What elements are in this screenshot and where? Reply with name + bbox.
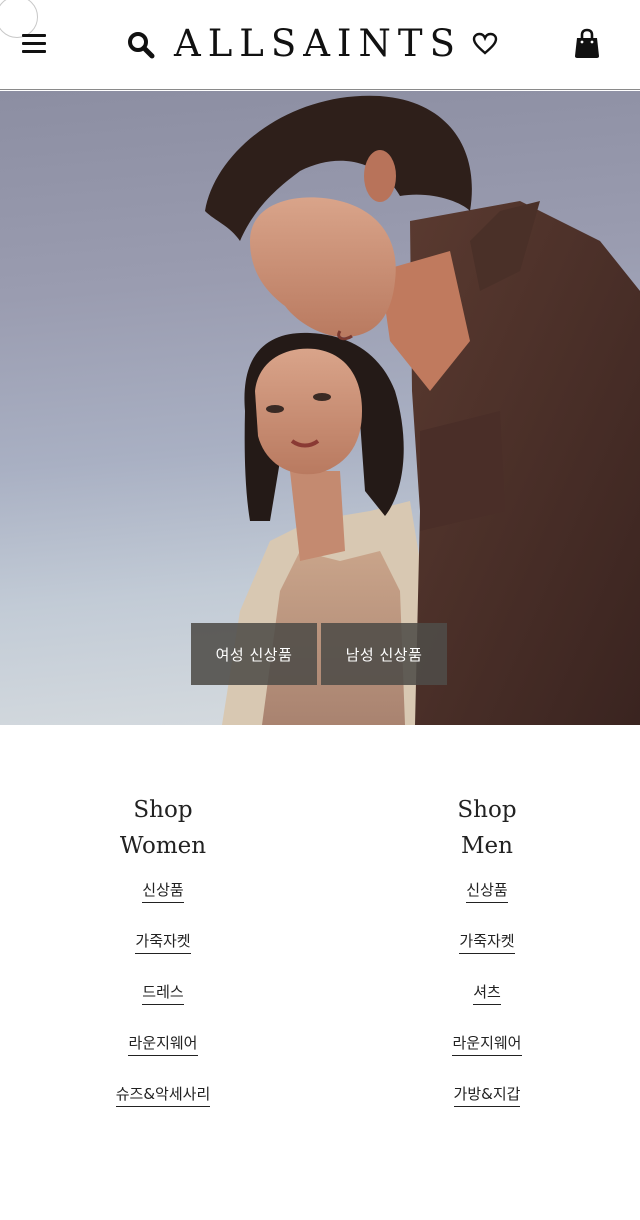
shop-women-title-line2: Women [119, 833, 207, 859]
shop-women-links: 신상품 가죽자켓 드레스 라운지웨어 슈즈&악세사리 [53, 880, 273, 1135]
men-link-shirts[interactable]: 셔츠 [473, 982, 501, 1005]
hamburger-menu-icon[interactable] [22, 32, 48, 56]
hero-cta-group: 여성 신상품 남성 신상품 [191, 623, 447, 685]
shop-men-section: Shop Men 신상품 가죽자켓 셔츠 라운지웨어 가방&지갑 [377, 792, 597, 1135]
men-link-leather-jackets[interactable]: 가죽자켓 [459, 931, 515, 954]
shop-women-section: Shop Women 신상품 가죽자켓 드레스 라운지웨어 슈즈&악세사리 [53, 792, 273, 1135]
shop-women-title: Shop Women [53, 792, 273, 864]
shopping-bag-icon[interactable] [574, 28, 600, 60]
site-header: ALLSAINTS [0, 0, 640, 90]
heart-icon [472, 32, 498, 56]
shop-men-new-button[interactable]: 남성 신상품 [321, 623, 447, 685]
women-link-leather-jackets[interactable]: 가죽자켓 [135, 931, 191, 954]
hero-banner: 여성 신상품 남성 신상품 [0, 91, 640, 725]
shop-women-title-line1: Shop [133, 797, 193, 823]
men-link-bags-wallets[interactable]: 가방&지갑 [453, 1084, 521, 1107]
women-link-shoes-accessories[interactable]: 슈즈&악세사리 [115, 1084, 211, 1107]
men-link-loungewear[interactable]: 라운지웨어 [452, 1033, 522, 1056]
shop-women-new-button[interactable]: 여성 신상품 [191, 623, 317, 685]
shop-men-title-line2: Men [461, 833, 513, 859]
shop-men-title: Shop Men [377, 792, 597, 864]
women-link-dresses[interactable]: 드레스 [142, 982, 184, 1005]
women-link-loungewear[interactable]: 라운지웨어 [128, 1033, 198, 1056]
brand-logo[interactable]: ALLSAINTS [174, 22, 462, 66]
women-link-new[interactable]: 신상품 [142, 880, 184, 903]
men-link-new[interactable]: 신상품 [466, 880, 508, 903]
shop-men-links: 신상품 가죽자켓 셔츠 라운지웨어 가방&지갑 [377, 880, 597, 1135]
search-icon[interactable] [126, 30, 156, 60]
shop-men-title-line1: Shop [457, 797, 517, 823]
